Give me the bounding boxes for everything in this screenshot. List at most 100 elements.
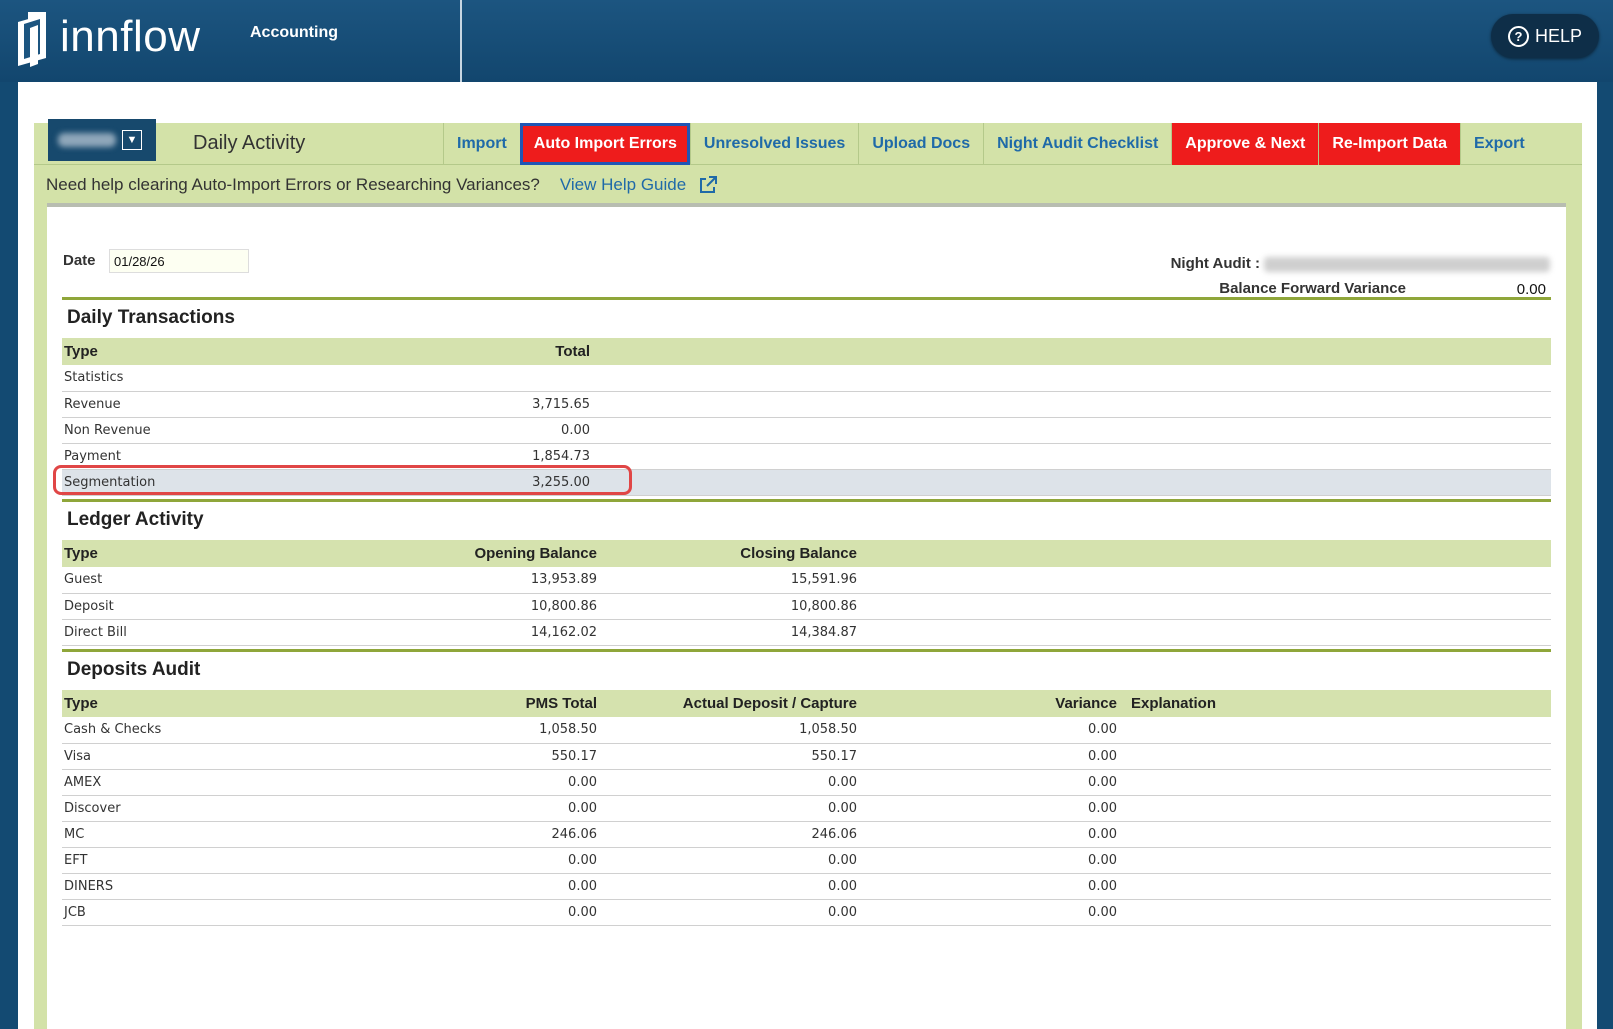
- table-row[interactable]: Deposit 10,800.86 10,800.86: [62, 593, 1551, 620]
- table-cell: 550.17: [262, 743, 603, 770]
- table-cell: 0.00: [603, 769, 863, 796]
- table-cell: Guest: [62, 567, 262, 594]
- property-name-redacted: [58, 133, 116, 147]
- help-line: Need help clearing Auto-Import Errors or…: [46, 175, 718, 195]
- table-cell: [1123, 769, 1551, 796]
- table-cell: 0.00: [603, 795, 863, 822]
- section-title: Ledger Activity: [67, 509, 204, 530]
- table-row[interactable]: Statistics: [62, 365, 1551, 392]
- table-cell: 0.00: [863, 821, 1123, 848]
- table-cell: Discover: [62, 795, 262, 822]
- table-row[interactable]: Non Revenue 0.00: [62, 417, 1551, 444]
- column-header-spacer: [863, 540, 1551, 567]
- table-row[interactable]: Revenue 3,715.65: [62, 391, 1551, 418]
- table-row[interactable]: MC 246.06 246.06 0.00: [62, 821, 1551, 848]
- table-cell: DINERS: [62, 873, 262, 900]
- table-cell: 246.06: [603, 821, 863, 848]
- innflow-logo-icon: [18, 12, 46, 67]
- table-cell: 0.00: [603, 847, 863, 874]
- table-cell: 0.00: [262, 873, 603, 900]
- table-row[interactable]: EFT 0.00 0.00 0.00: [62, 847, 1551, 874]
- table-row[interactable]: AMEX 0.00 0.00 0.00: [62, 769, 1551, 796]
- table-row[interactable]: Direct Bill 14,162.02 14,384.87: [62, 619, 1551, 646]
- column-header: Total: [262, 338, 596, 365]
- tab-import[interactable]: Import: [443, 123, 520, 165]
- tab-export[interactable]: Export: [1460, 123, 1538, 165]
- table-cell: 0.00: [262, 795, 603, 822]
- table-cell: 550.17: [603, 743, 863, 770]
- table-cell: AMEX: [62, 769, 262, 796]
- column-header: Closing Balance: [603, 540, 863, 567]
- night-audit-label: Night Audit :: [1170, 255, 1260, 272]
- tab-unresolved-issues[interactable]: Unresolved Issues: [689, 123, 858, 165]
- section-title: Daily Transactions: [67, 307, 235, 328]
- column-header: Opening Balance: [262, 540, 603, 567]
- table-cell: 0.00: [603, 873, 863, 900]
- table-cell: [1123, 743, 1551, 770]
- table-cell: [1123, 847, 1551, 874]
- brand-logo[interactable]: innflow: [16, 10, 200, 68]
- ledger-activity-table: Type Opening Balance Closing Balance Gue…: [62, 540, 1551, 646]
- module-name: Accounting: [250, 24, 338, 41]
- table-cell: 246.06: [262, 821, 603, 848]
- page-title: Daily Activity: [193, 132, 306, 154]
- night-audit-value-redacted: [1264, 257, 1550, 272]
- caret-down-icon: ▼: [122, 130, 142, 150]
- table-cell: 0.00: [262, 847, 603, 874]
- table-row[interactable]: DINERS 0.00 0.00 0.00: [62, 873, 1551, 900]
- table-cell: Revenue: [62, 391, 262, 418]
- deposits-audit-table: Type PMS Total Actual Deposit / Capture …: [62, 690, 1551, 926]
- daily-activity-content: Date Night Audit : Balance Forward Varia…: [47, 203, 1566, 1029]
- date-label: Date: [63, 252, 96, 269]
- column-header-spacer: [596, 338, 1551, 365]
- table-cell: EFT: [62, 847, 262, 874]
- table-cell: 14,384.87: [603, 619, 863, 646]
- table-row[interactable]: Guest 13,953.89 15,591.96: [62, 567, 1551, 594]
- header-divider: [460, 0, 462, 82]
- table-cell: 0.00: [603, 899, 863, 926]
- column-header: Explanation: [1123, 690, 1551, 717]
- table-cell: [1123, 821, 1551, 848]
- table-cell: 0.00: [863, 795, 1123, 822]
- nav-tabs: Import Auto Import Errors Unresolved Iss…: [443, 123, 1538, 165]
- table-cell: 0.00: [863, 743, 1123, 770]
- view-help-guide-link[interactable]: View Help Guide: [560, 175, 686, 195]
- help-text: Need help clearing Auto-Import Errors or…: [46, 175, 540, 194]
- table-row[interactable]: Discover 0.00 0.00 0.00: [62, 795, 1551, 822]
- date-input[interactable]: [109, 249, 249, 273]
- table-cell: JCB: [62, 899, 262, 926]
- deposits-audit-section: Deposits Audit Type PMS Total Actual Dep…: [62, 649, 1551, 926]
- question-icon: ?: [1507, 25, 1529, 47]
- table-cell: 0.00: [262, 769, 603, 796]
- property-selector[interactable]: ▼: [48, 119, 156, 161]
- table-cell: 10,800.86: [603, 593, 863, 620]
- table-cell: 0.00: [262, 899, 603, 926]
- help-button-label: HELP: [1534, 25, 1583, 46]
- tab-night-audit-checklist[interactable]: Night Audit Checklist: [983, 123, 1171, 165]
- table-cell: MC: [62, 821, 262, 848]
- table-cell: 0.00: [863, 717, 1123, 744]
- table-cell: 0.00: [863, 847, 1123, 874]
- ledger-activity-section: Ledger Activity Type Opening Balance Clo…: [62, 499, 1551, 646]
- help-button[interactable]: ? HELP: [1491, 14, 1599, 58]
- table-cell: Visa: [62, 743, 262, 770]
- table-cell: [1123, 795, 1551, 822]
- table-cell: 1,058.50: [262, 717, 603, 744]
- table-cell: 1,058.50: [603, 717, 863, 744]
- column-header: PMS Total: [262, 690, 603, 717]
- tab-reimport-data[interactable]: Re-Import Data: [1318, 123, 1461, 165]
- segmentation-highlight-ring: [53, 465, 632, 495]
- balance-forward-variance-value: 0.00: [1516, 281, 1546, 298]
- table-cell: [1123, 717, 1551, 744]
- table-cell: Statistics: [62, 365, 262, 392]
- table-cell: Direct Bill: [62, 619, 262, 646]
- table-row[interactable]: Cash & Checks 1,058.50 1,058.50 0.00: [62, 717, 1551, 744]
- tab-auto-import-errors[interactable]: Auto Import Errors: [519, 123, 690, 165]
- external-link-icon[interactable]: [698, 175, 718, 195]
- table-row[interactable]: JCB 0.00 0.00 0.00: [62, 899, 1551, 926]
- tab-upload-docs[interactable]: Upload Docs: [858, 123, 983, 165]
- table-row[interactable]: Visa 550.17 550.17 0.00: [62, 743, 1551, 770]
- column-header: Type: [62, 338, 262, 365]
- balance-forward-variance-label: Balance Forward Variance: [1219, 280, 1406, 297]
- tab-approve-next[interactable]: Approve & Next: [1171, 123, 1319, 165]
